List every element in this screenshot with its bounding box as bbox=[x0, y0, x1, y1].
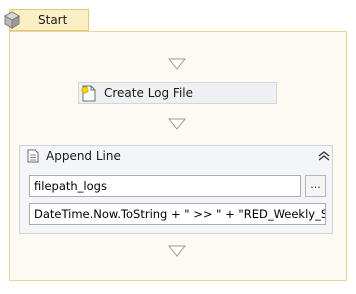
sequence-header[interactable]: Start bbox=[3, 9, 89, 31]
drop-target-arrow-icon[interactable] bbox=[168, 58, 186, 70]
file-path-input[interactable]: filepath_logs bbox=[29, 175, 301, 197]
sequence-icon bbox=[2, 10, 22, 30]
create-log-file-activity[interactable]: Create Log File bbox=[78, 82, 277, 104]
drop-target-arrow-icon[interactable] bbox=[168, 118, 186, 130]
text-expression-input[interactable]: DateTime.Now.ToString + " >> " + "RED_We… bbox=[29, 203, 326, 225]
append-line-activity[interactable]: Append Line filepath_logs ... DateTime.N… bbox=[19, 145, 333, 234]
append-line-title: Append Line bbox=[46, 149, 121, 163]
sequence-title: Start bbox=[38, 13, 68, 27]
document-icon bbox=[27, 149, 39, 163]
browse-button[interactable]: ... bbox=[305, 175, 326, 197]
drop-target-arrow-icon[interactable] bbox=[168, 245, 186, 257]
new-document-icon bbox=[81, 85, 97, 102]
collapse-chevron-icon[interactable] bbox=[317, 150, 331, 162]
create-log-file-label: Create Log File bbox=[104, 86, 194, 100]
sequence-body: Create Log File Append Line filepath_log… bbox=[9, 31, 347, 281]
